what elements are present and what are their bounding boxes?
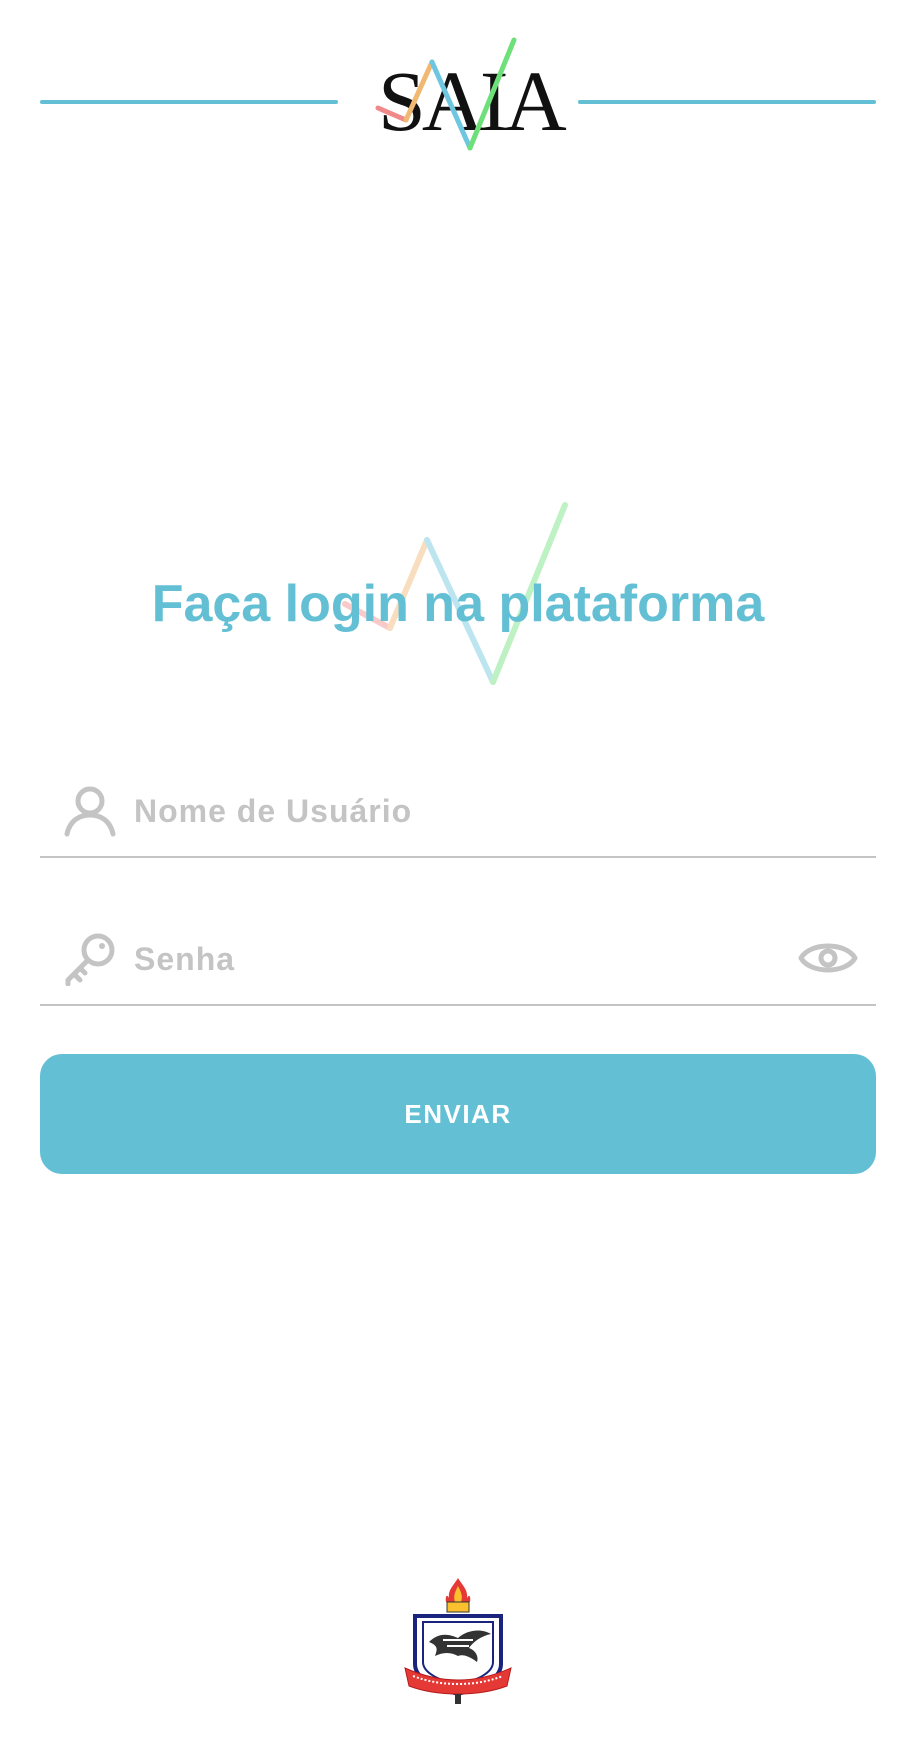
username-input[interactable] [134,782,774,840]
user-icon [64,786,116,837]
eye-icon[interactable] [798,936,858,980]
page-title: Faça login na plataforma [151,575,765,633]
ufpa-seal-icon [404,1578,512,1704]
header-divider-left [40,100,338,104]
logo-lines-icon [375,37,517,151]
password-input[interactable] [134,930,774,988]
saia-logo: SAIA [370,36,567,160]
submit-button[interactable]: ENVIAR [40,1054,876,1174]
key-icon [65,933,115,986]
header-divider-right [578,100,876,104]
username-field [40,768,876,858]
password-field [40,916,876,1006]
